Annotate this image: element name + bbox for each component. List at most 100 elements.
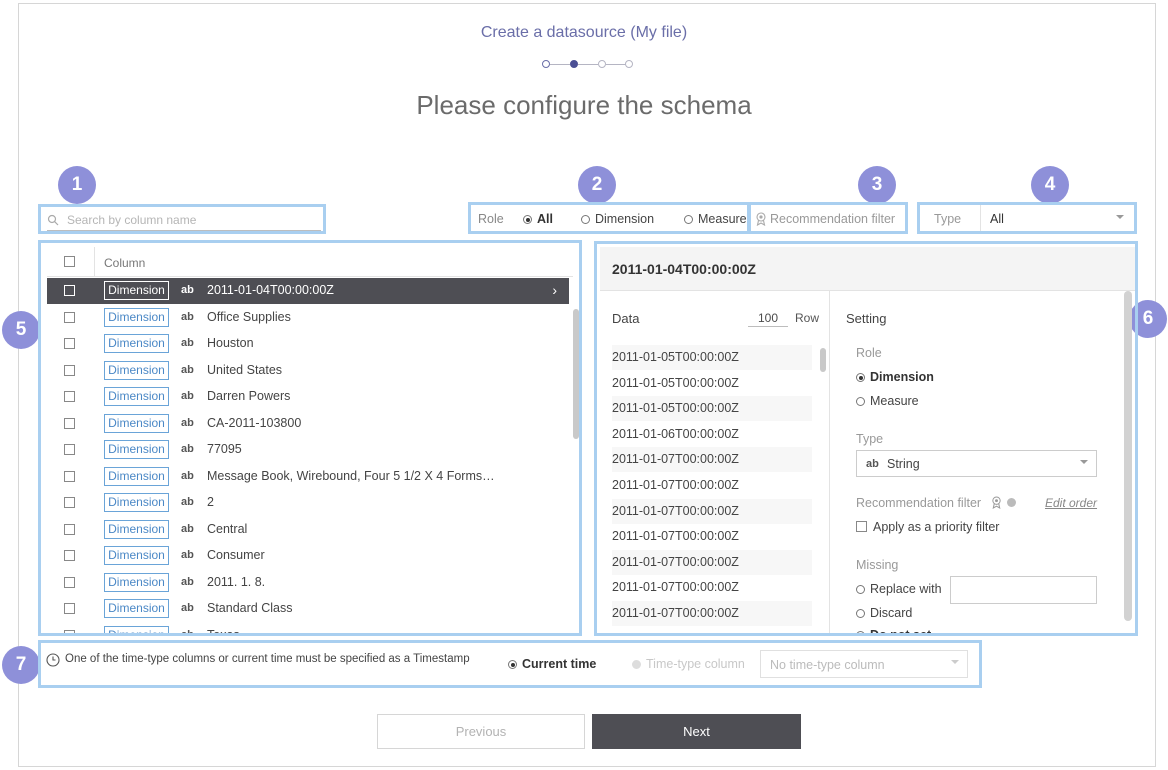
row-checkbox[interactable] xyxy=(64,576,75,588)
type-select[interactable]: ab String xyxy=(856,450,1097,477)
role-dimension-radio[interactable]: Dimension xyxy=(856,370,934,384)
row-checkbox[interactable] xyxy=(64,285,75,296)
role-option-all[interactable]: All xyxy=(523,212,553,226)
table-row[interactable]: Dimension ab 2 xyxy=(47,490,569,516)
column-name: 2 xyxy=(207,495,214,509)
data-value: 2011-01-07T00:00:00Z xyxy=(612,549,812,575)
time-column-radio[interactable]: Time-type column xyxy=(632,657,745,671)
column-name: Consumer xyxy=(207,548,265,562)
table-row[interactable]: Dimension ab Standard Class xyxy=(47,596,569,622)
scrollbar[interactable] xyxy=(820,348,826,372)
role-option-measure[interactable]: Measure xyxy=(684,212,747,226)
priority-filter-checkbox[interactable]: Apply as a priority filter xyxy=(856,520,999,534)
do-not-set-radio[interactable]: Do not set xyxy=(856,628,931,633)
data-value: 2011-01-07T00:00:00Z xyxy=(612,498,812,524)
role-tag[interactable]: Dimension xyxy=(104,493,169,512)
callout-badge-1: 1 xyxy=(58,166,96,204)
data-value: 2011-01-07T00:00:00Z xyxy=(612,447,812,473)
chevron-right-icon[interactable]: › xyxy=(552,282,557,298)
type-filter-label: Type xyxy=(934,212,962,226)
role-tag[interactable]: Dimension xyxy=(104,546,169,565)
table-row[interactable]: Dimension ab Message Book, Wirebound, Four… xyxy=(47,464,569,490)
next-button[interactable]: Next xyxy=(592,714,801,749)
step-connector xyxy=(550,64,570,65)
help-icon[interactable] xyxy=(1007,498,1016,507)
time-column-select[interactable]: No time-type column xyxy=(760,650,968,678)
table-row[interactable]: Dimension ab Texas xyxy=(47,623,569,633)
setting-panel: Setting Role Dimension Measure Type ab S… xyxy=(844,291,1134,633)
role-tag[interactable]: Dimension xyxy=(104,572,169,592)
role-tag[interactable]: Dimension xyxy=(104,413,169,433)
data-value: 2011-01-07T00:00:00Z xyxy=(612,627,812,633)
step-connector xyxy=(578,64,598,65)
row-checkbox[interactable] xyxy=(64,470,75,482)
callout-badge-2: 2 xyxy=(578,166,616,204)
role-option-dimension[interactable]: Dimension xyxy=(581,212,654,226)
type-filter-select[interactable]: All xyxy=(982,206,1132,230)
row-count-input[interactable]: 100 xyxy=(748,311,788,327)
role-tag[interactable]: Dimension xyxy=(104,387,169,406)
chevron-down-icon xyxy=(1080,460,1088,464)
column-name: Message Book, Wirebound, Four 5 1/2 X 4 … xyxy=(207,468,495,483)
role-option-label: Measure xyxy=(698,212,747,226)
role-tag[interactable]: Dimension xyxy=(104,281,169,300)
table-row[interactable]: Dimension ab Office Supplies xyxy=(47,305,569,331)
role-tag[interactable]: Dimension xyxy=(104,307,169,327)
row-checkbox[interactable] xyxy=(64,444,75,455)
row-checkbox[interactable] xyxy=(64,603,75,614)
radio-label: Current time xyxy=(522,657,597,671)
timestamp-setting: One of the time-type columns or current … xyxy=(38,640,982,688)
role-tag[interactable]: Dimension xyxy=(104,625,169,633)
row-checkbox[interactable] xyxy=(64,629,75,633)
table-row[interactable]: Dimension ab CA-2011-103800 xyxy=(47,411,569,437)
select-all-checkbox[interactable] xyxy=(64,256,75,267)
type-prefix: ab xyxy=(866,458,879,470)
row-checkbox[interactable] xyxy=(64,523,75,535)
type-icon: ab xyxy=(181,310,194,323)
divider xyxy=(980,205,981,231)
data-preview: Data 100 Row 2011-01-05T00:00:00Z 2011-01… xyxy=(600,291,830,633)
table-row[interactable]: Dimension ab Darren Powers xyxy=(47,384,569,410)
row-label: Row xyxy=(795,311,820,325)
radio-label: Replace with xyxy=(870,582,942,596)
row-checkbox[interactable] xyxy=(64,364,75,376)
radio-icon xyxy=(581,215,590,224)
discard-radio[interactable]: Discard xyxy=(856,606,912,620)
type-icon: ab xyxy=(181,443,194,455)
table-row[interactable]: Dimension ab 2011-01-04T00:00:00Z › xyxy=(47,278,569,304)
data-value: 2011-01-05T00:00:00Z xyxy=(612,345,812,370)
type-icon: ab xyxy=(181,469,194,482)
data-value: 2011-01-07T00:00:00Z xyxy=(612,478,739,492)
role-tag[interactable]: Dimension xyxy=(104,440,169,459)
row-checkbox[interactable] xyxy=(64,311,75,323)
table-row[interactable]: Dimension ab Consumer xyxy=(47,543,569,569)
table-row[interactable]: Dimension ab Central xyxy=(47,517,569,543)
replace-with-radio[interactable]: Replace with xyxy=(856,582,942,596)
role-tag[interactable]: Dimension xyxy=(104,334,169,353)
row-checkbox[interactable] xyxy=(64,338,75,349)
table-row[interactable]: Dimension ab United States xyxy=(47,358,569,384)
role-tag[interactable]: Dimension xyxy=(104,519,169,539)
previous-button[interactable]: Previous xyxy=(377,714,585,749)
scrollbar[interactable] xyxy=(1124,291,1132,621)
scrollbar[interactable] xyxy=(573,309,579,439)
row-checkbox[interactable] xyxy=(64,417,75,429)
replace-value-input[interactable] xyxy=(950,576,1097,604)
role-measure-radio[interactable]: Measure xyxy=(856,394,919,408)
recommendation-filter-toggle[interactable]: Recommendation filter xyxy=(748,202,908,234)
row-checkbox[interactable] xyxy=(64,550,75,561)
role-tag[interactable]: Dimension xyxy=(104,599,169,618)
row-checkbox[interactable] xyxy=(64,497,75,508)
role-tag[interactable]: Dimension xyxy=(104,360,169,380)
table-row[interactable]: Dimension ab 77095 xyxy=(47,437,569,463)
row-checkbox[interactable] xyxy=(64,391,75,402)
role-tag[interactable]: Dimension xyxy=(104,466,169,486)
search-input[interactable]: Search by column name xyxy=(47,211,321,231)
current-time-radio[interactable]: Current time xyxy=(508,657,596,671)
role-option-label: All xyxy=(537,212,553,226)
badge-ribbon-icon xyxy=(992,496,1001,509)
role-label: Role xyxy=(478,212,504,226)
table-row[interactable]: Dimension ab Houston xyxy=(47,331,569,357)
table-row[interactable]: Dimension ab 2011. 1. 8. xyxy=(47,570,569,596)
edit-order-link[interactable]: Edit order xyxy=(1045,496,1097,510)
